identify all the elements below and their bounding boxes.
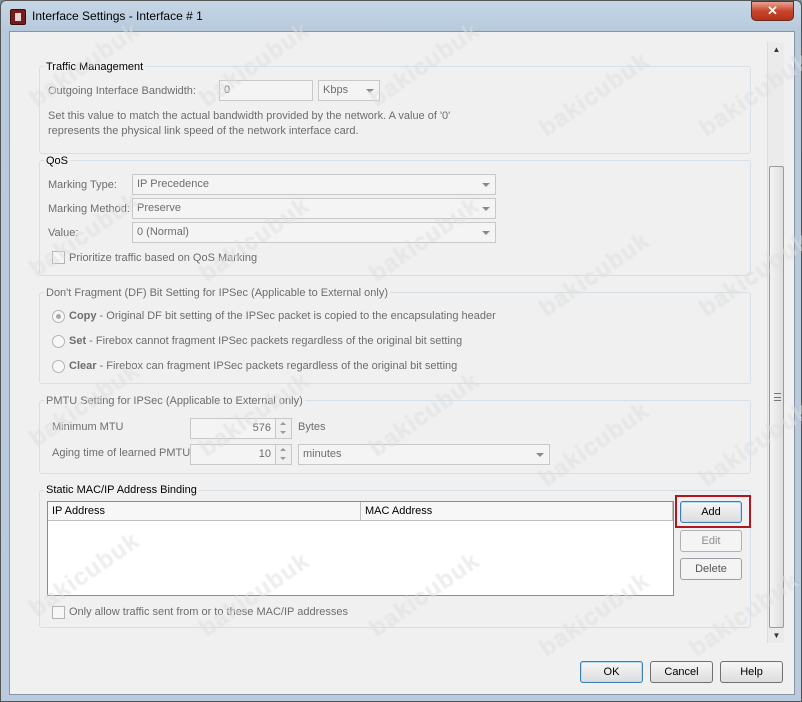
prioritize-label: Prioritize traffic based on QoS Marking: [69, 252, 258, 264]
df-clear-radio[interactable]: [52, 360, 65, 373]
min-mtu-unit: Bytes: [298, 421, 326, 433]
df-set-radio[interactable]: [52, 335, 65, 348]
aging-spinner[interactable]: 10: [190, 444, 292, 465]
close-button[interactable]: ✕: [751, 1, 794, 21]
bandwidth-description: Set this value to match the actual bandw…: [48, 109, 450, 139]
edit-button[interactable]: Edit: [680, 530, 742, 552]
spin-down-icon[interactable]: [275, 428, 291, 438]
grip-icon: [774, 393, 781, 401]
qos-legend: QoS: [44, 155, 71, 167]
df-clear-label: Clear - Firebox can fragment IPSec packe…: [69, 360, 457, 372]
scroll-up-icon[interactable]: ▲: [771, 44, 782, 55]
marking-type-label: Marking Type:: [48, 179, 117, 191]
df-copy-desc: - Original DF bit setting of the IPSec p…: [96, 310, 496, 322]
aging-label: Aging time of learned PMTU: [52, 447, 191, 459]
df-copy-label: Copy - Original DF bit setting of the IP…: [69, 310, 496, 322]
df-set-desc: - Firebox cannot fragment IPSec packets …: [86, 335, 463, 347]
min-mtu-spinner[interactable]: 576: [190, 418, 292, 439]
add-button[interactable]: Add: [680, 501, 742, 523]
qos-value-select[interactable]: 0 (Normal): [132, 222, 496, 243]
scrollbar-thumb[interactable]: [769, 166, 784, 628]
qos-value-value: 0 (Normal): [137, 226, 189, 238]
bandwidth-description-line1: Set this value to match the actual bandw…: [48, 110, 451, 122]
marking-type-select[interactable]: IP Precedence: [132, 174, 496, 195]
bandwidth-input[interactable]: 0: [219, 80, 313, 101]
vertical-scrollbar[interactable]: ▲ ▼: [767, 42, 784, 643]
ok-button[interactable]: OK: [580, 661, 643, 683]
marking-method-label: Marking Method:: [48, 203, 130, 215]
binding-table[interactable]: IP Address MAC Address: [47, 501, 674, 596]
df-clear-desc: - Firebox can fragment IPSec packets reg…: [96, 360, 458, 372]
df-set-label: Set - Firebox cannot fragment IPSec pack…: [69, 335, 462, 347]
chevron-down-icon: [482, 183, 490, 187]
window-title: Interface Settings - Interface # 1: [32, 9, 203, 23]
chevron-down-icon: [536, 453, 544, 457]
marking-method-select[interactable]: Preserve: [132, 198, 496, 219]
df-bit-legend: Don't Fragment (DF) Bit Setting for IPSe…: [44, 287, 391, 299]
df-clear-name: Clear: [69, 360, 97, 372]
title-bar[interactable]: Interface Settings - Interface # 1 ✕: [1, 1, 801, 31]
pmtu-legend: PMTU Setting for IPSec (Applicable to Ex…: [44, 395, 305, 407]
dialog-window: Interface Settings - Interface # 1 ✕ Tra…: [0, 0, 802, 702]
scroll-down-icon[interactable]: ▼: [771, 630, 782, 641]
delete-button[interactable]: Delete: [680, 558, 742, 580]
bandwidth-label: Outgoing Interface Bandwidth:: [48, 85, 196, 97]
mac-address-column-header[interactable]: MAC Address: [361, 502, 673, 521]
chevron-down-icon: [366, 89, 374, 93]
df-copy-radio[interactable]: [52, 310, 65, 323]
marking-type-value: IP Precedence: [137, 178, 209, 190]
ip-address-column-header[interactable]: IP Address: [48, 502, 361, 521]
cancel-button[interactable]: Cancel: [650, 661, 713, 683]
binding-legend: Static MAC/IP Address Binding: [44, 484, 199, 496]
qos-value-label: Value:: [48, 227, 79, 239]
chevron-down-icon: [482, 207, 490, 211]
traffic-management-legend: Traffic Management: [44, 61, 146, 73]
df-copy-name: Copy: [69, 310, 97, 322]
bandwidth-description-line2: represents the physical link speed of th…: [48, 125, 359, 137]
only-allow-checkbox[interactable]: [52, 606, 65, 619]
app-icon: [10, 9, 26, 25]
settings-scroll-area: Traffic Management Outgoing Interface Ba…: [12, 44, 769, 650]
bandwidth-unit-value: Kbps: [323, 84, 349, 96]
bandwidth-unit-select[interactable]: Kbps: [318, 80, 380, 101]
min-mtu-label: Minimum MTU: [52, 421, 124, 433]
prioritize-checkbox[interactable]: [52, 251, 65, 264]
help-button[interactable]: Help: [720, 661, 783, 683]
df-set-name: Set: [69, 335, 87, 347]
marking-method-value: Preserve: [137, 202, 182, 214]
only-allow-label: Only allow traffic sent from or to these…: [69, 606, 348, 618]
aging-unit-select[interactable]: minutes: [298, 444, 550, 465]
aging-unit-value: minutes: [303, 448, 342, 460]
min-mtu-value: 576: [252, 422, 271, 434]
chevron-down-icon: [482, 231, 490, 235]
spin-down-icon[interactable]: [275, 454, 291, 464]
aging-value: 10: [258, 448, 271, 460]
dialog-body: Traffic Management Outgoing Interface Ba…: [9, 31, 795, 695]
